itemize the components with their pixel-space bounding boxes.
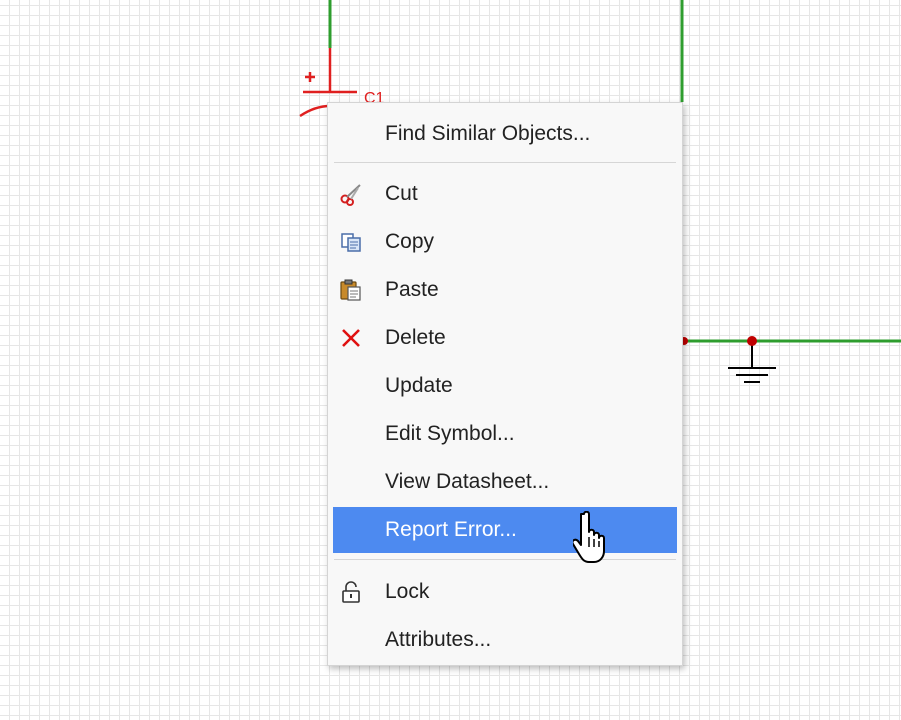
menu-item-label: Find Similar Objects...	[385, 122, 591, 145]
menu-item-attributes[interactable]: Attributes...	[333, 617, 677, 663]
menu-item-delete[interactable]: Delete	[333, 315, 677, 361]
context-menu: Find Similar Objects... Cut Copy Paste D…	[327, 102, 683, 666]
menu-item-label: Edit Symbol...	[385, 422, 515, 445]
menu-item-label: Update	[385, 374, 453, 397]
menu-item-view-datasheet[interactable]: View Datasheet...	[333, 459, 677, 505]
schematic-canvas[interactable]: C1 Find Similar Objects... Cut Copy Past…	[0, 0, 901, 720]
menu-item-find-similar[interactable]: Find Similar Objects...	[333, 111, 677, 157]
menu-item-label: Attributes...	[385, 628, 492, 651]
hand-pointer-icon	[573, 511, 605, 563]
menu-item-copy[interactable]: Copy	[333, 219, 677, 265]
menu-item-report-error[interactable]: Report Error...	[333, 507, 677, 553]
menu-item-label: Cut	[385, 182, 418, 205]
ground-symbol[interactable]	[728, 336, 776, 383]
menu-item-label: Lock	[385, 580, 430, 603]
padlock-icon	[342, 581, 360, 603]
paste-icon	[340, 279, 361, 301]
menu-item-label: Copy	[385, 230, 435, 253]
menu-separator	[334, 162, 676, 163]
menu-item-lock[interactable]: Lock	[333, 569, 677, 615]
menu-item-label: Report Error...	[385, 518, 517, 541]
menu-item-label: View Datasheet...	[385, 470, 550, 493]
menu-separator	[334, 559, 676, 560]
menu-item-label: Delete	[385, 326, 446, 349]
menu-item-edit-symbol[interactable]: Edit Symbol...	[333, 411, 677, 457]
menu-item-paste[interactable]: Paste	[333, 267, 677, 313]
copy-icon	[341, 233, 361, 252]
menu-item-cut[interactable]: Cut	[333, 171, 677, 217]
menu-item-update[interactable]: Update	[333, 363, 677, 409]
menu-item-label: Paste	[385, 278, 439, 301]
scissors-icon	[340, 184, 361, 206]
delete-x-icon	[342, 329, 360, 347]
